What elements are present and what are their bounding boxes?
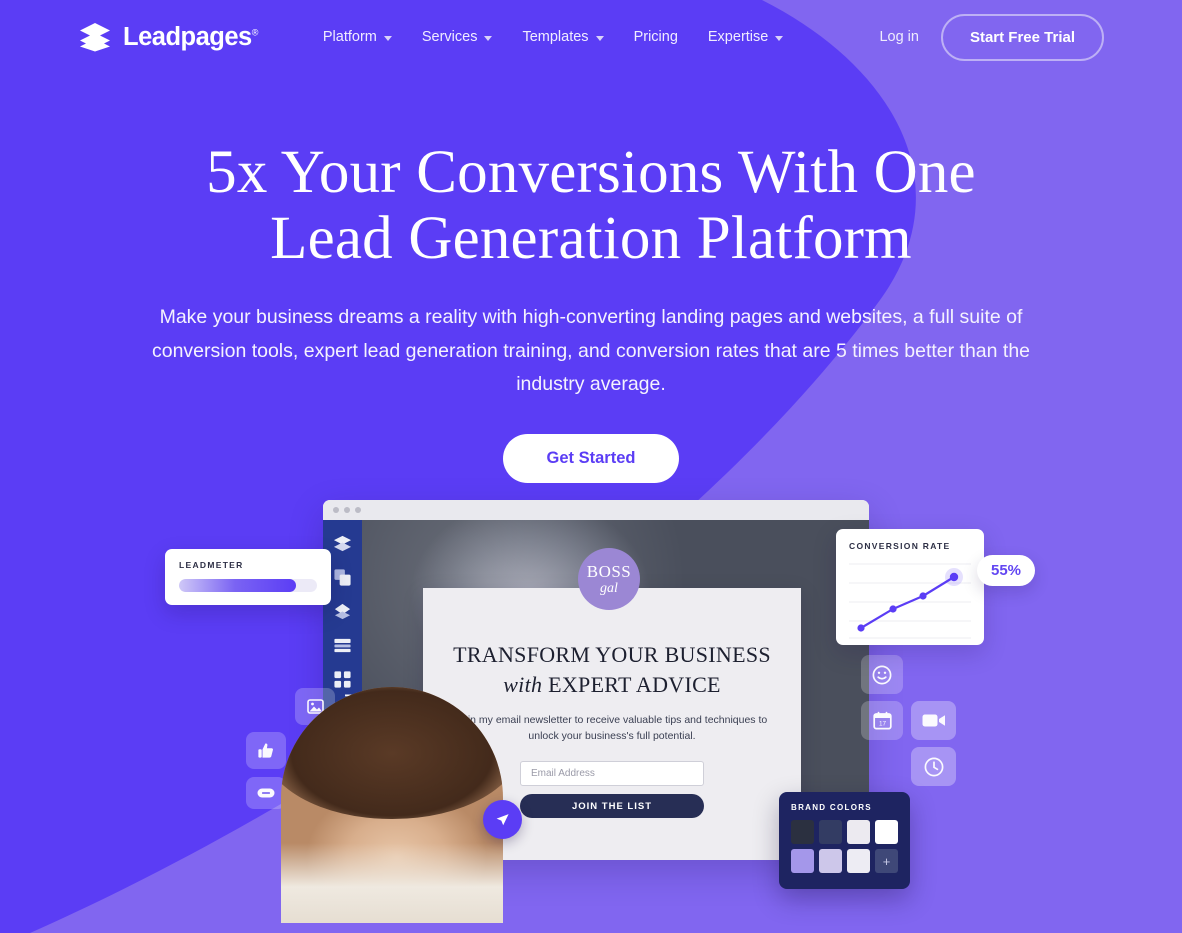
leadmeter-card: LEADMETER xyxy=(165,549,331,605)
nav-item-platform[interactable]: Platform xyxy=(308,29,407,45)
floating-tile-video[interactable] xyxy=(911,701,956,740)
nav-label: Platform xyxy=(322,29,377,45)
nav-actions: Log in Start Free Trial xyxy=(879,13,1104,61)
chevron-down-icon xyxy=(775,35,784,41)
registered-mark: ® xyxy=(251,27,259,37)
thumbs-up-icon xyxy=(258,742,273,758)
hero-title-line1: 5x Your Conversions With One xyxy=(206,139,976,206)
brand-logo[interactable]: Leadpages® xyxy=(78,22,258,52)
leadmeter-track xyxy=(179,579,317,592)
window-dot xyxy=(333,507,339,513)
chevron-down-icon xyxy=(595,35,604,41)
floating-tile-clock[interactable] xyxy=(911,747,956,786)
color-swatch[interactable] xyxy=(847,849,870,873)
lp-heading-italic: with xyxy=(503,672,543,697)
main-navigation: Leadpages® Platform Services Templates P… xyxy=(0,0,1182,74)
window-dot xyxy=(355,507,361,513)
chart-point xyxy=(919,592,927,600)
color-swatch[interactable] xyxy=(875,820,898,844)
nav-label: Templates xyxy=(522,29,589,45)
brand-colors-card: BRAND COLORS + xyxy=(779,792,910,889)
color-swatch[interactable] xyxy=(819,820,842,844)
hero-title-line2: Lead Generation Platform xyxy=(270,205,912,272)
clock-icon xyxy=(924,757,943,776)
window-dot xyxy=(344,507,350,513)
join-the-list-button[interactable]: JOIN THE LIST xyxy=(520,794,704,818)
conversion-rate-chart xyxy=(849,563,971,639)
get-started-button[interactable]: Get Started xyxy=(502,433,680,483)
leadmeter-title: LEADMETER xyxy=(179,560,244,570)
rows-icon[interactable] xyxy=(333,636,352,655)
nav-label: Expertise xyxy=(707,29,769,45)
sections-icon[interactable] xyxy=(333,602,352,621)
floating-tile-thumbs-up[interactable] xyxy=(246,732,286,769)
stacked-layers-icon xyxy=(80,23,110,52)
smiley-icon xyxy=(872,665,892,684)
hero-subtitle: Make your business dreams a reality with… xyxy=(151,306,1031,395)
conversion-rate-badge: 55% xyxy=(977,555,1036,586)
duplicate-icon[interactable] xyxy=(333,568,352,587)
conversion-rate-card: CONVERSION RATE xyxy=(836,529,984,645)
layers-icon[interactable] xyxy=(333,534,352,553)
color-swatch[interactable] xyxy=(791,820,814,844)
floating-tile-smiley[interactable] xyxy=(861,655,903,694)
svg-text:17: 17 xyxy=(878,721,886,728)
chart-point xyxy=(857,624,865,632)
boss-gal-line1: BOSS xyxy=(586,561,632,581)
cursor-pointer-icon xyxy=(496,814,509,826)
add-color-button[interactable]: + xyxy=(875,849,898,873)
nav-label: Pricing xyxy=(633,29,678,45)
color-swatch[interactable] xyxy=(791,849,814,873)
floating-tile-calendar[interactable]: 17 xyxy=(861,701,903,740)
cursor-pointer-badge xyxy=(483,800,522,839)
lp-heading-rest: EXPERT ADVICE xyxy=(548,672,721,697)
button-icon xyxy=(257,788,275,798)
boss-gal-line2: gal xyxy=(600,580,618,596)
video-camera-icon xyxy=(922,714,945,727)
nav-links: Platform Services Templates Pricing Expe… xyxy=(308,29,798,45)
page-title: 5x Your Conversions With One Lead Genera… xyxy=(0,140,1182,272)
lp-heading-line1: TRANSFORM YOUR BUSINESS xyxy=(453,642,771,667)
chevron-down-icon xyxy=(484,35,493,41)
boss-gal-logo: BOSS gal xyxy=(578,548,640,610)
chevron-down-icon xyxy=(383,35,392,41)
start-free-trial-button[interactable]: Start Free Trial xyxy=(940,13,1104,61)
browser-titlebar xyxy=(323,500,869,520)
brand-name: Leadpages® xyxy=(123,22,259,51)
chart-point-active xyxy=(949,572,959,582)
color-swatch[interactable] xyxy=(847,820,870,844)
login-link[interactable]: Log in xyxy=(879,29,919,45)
color-swatch[interactable] xyxy=(819,849,842,873)
calendar-icon: 17 xyxy=(872,711,892,730)
conversion-rate-title: CONVERSION RATE xyxy=(849,541,951,551)
nav-item-services[interactable]: Services xyxy=(407,29,508,45)
nav-label: Services xyxy=(421,29,478,45)
email-field[interactable]: Email Address xyxy=(520,761,704,786)
email-placeholder: Email Address xyxy=(531,768,595,779)
leadmeter-fill xyxy=(179,579,297,592)
brand-colors-title: BRAND COLORS xyxy=(791,803,872,812)
chart-point xyxy=(889,605,897,613)
swatch-grid: + xyxy=(791,820,898,873)
nav-item-pricing[interactable]: Pricing xyxy=(619,29,693,45)
nav-item-expertise[interactable]: Expertise xyxy=(693,29,798,45)
person-photo xyxy=(281,687,503,923)
nav-item-templates[interactable]: Templates xyxy=(507,29,618,45)
floating-tile-button[interactable] xyxy=(246,777,286,809)
